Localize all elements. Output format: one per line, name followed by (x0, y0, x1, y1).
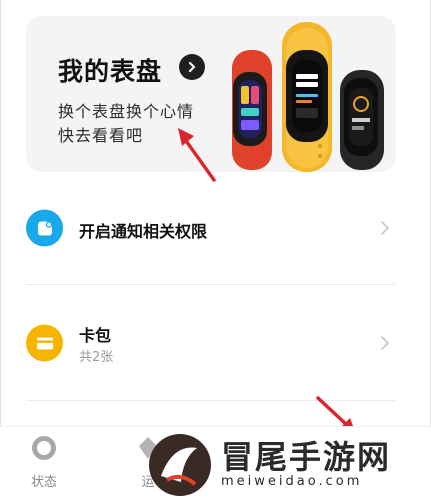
yellow-band-illustration (282, 22, 332, 172)
status-ring-icon (32, 436, 56, 460)
frame-left-edge (0, 0, 1, 500)
red-band-illustration (232, 50, 272, 170)
wallet-card-icon (26, 324, 63, 362)
black-band-illustration (340, 70, 384, 170)
notification-permission-row[interactable]: 开启通知相关权限 (26, 193, 396, 263)
chevron-right-icon[interactable] (179, 54, 205, 80)
watermark-url: meiweidao.com (221, 474, 363, 489)
card-wallet-row[interactable]: 卡包 共2张 (26, 308, 396, 378)
card-wallet-count: 共2张 (79, 350, 114, 365)
site-watermark: 冒尾手游网 meiweidao.com (145, 428, 431, 500)
card-wallet-label: 卡包 (79, 326, 112, 345)
watermark-logo (149, 434, 211, 496)
banner-subtitle-line2: 快去看看吧 (58, 126, 144, 145)
row-divider (26, 284, 396, 285)
chevron-right-icon (381, 221, 389, 235)
notification-permission-label: 开启通知相关权限 (79, 222, 208, 241)
nav-status[interactable]: 状态 (14, 435, 74, 490)
banner-title: 我的表盘 (58, 57, 163, 86)
chevron-right-icon (381, 336, 389, 350)
notification-icon (26, 209, 63, 247)
smart-bands-image (232, 22, 384, 172)
watermark-text: 冒尾手游网 (221, 438, 392, 476)
nav-status-label: 状态 (30, 475, 57, 490)
banner-subtitle-line1: 换个表盘换个心情 (58, 102, 195, 121)
annotation-arrow-banner (178, 128, 216, 182)
